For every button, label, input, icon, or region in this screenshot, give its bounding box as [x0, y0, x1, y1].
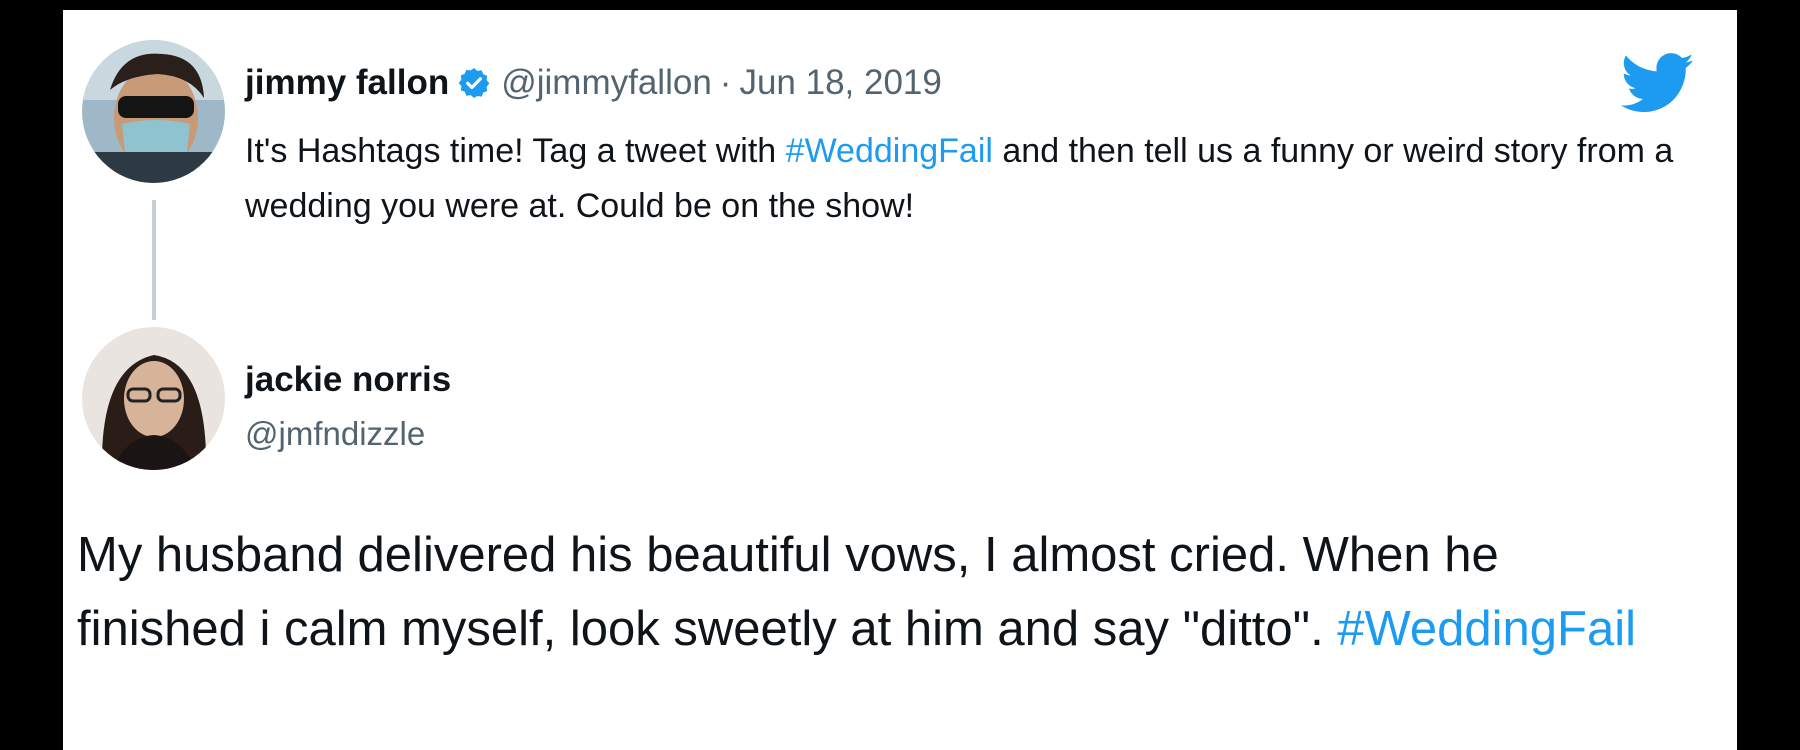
tweet-date[interactable]: Jun 18, 2019: [739, 63, 941, 103]
separator-dot: ·: [719, 63, 732, 102]
reply-text-body: My husband delivered his beautiful vows,…: [77, 528, 1499, 656]
reply-hashtag-link[interactable]: #WeddingFail: [1337, 602, 1636, 656]
reply-tweet-text: My husband delivered his beautiful vows,…: [77, 518, 1677, 666]
thread-connector-line: [152, 200, 156, 320]
hashtag-link[interactable]: #WeddingFail: [786, 132, 993, 170]
jimmy-fallon-avatar[interactable]: [82, 40, 225, 183]
jackie-norris-avatar[interactable]: [82, 327, 225, 470]
twitter-bird-icon: [1620, 46, 1695, 120]
reply-author-handle[interactable]: @jmfndizzle: [245, 415, 425, 453]
verified-badge-icon: [457, 66, 491, 100]
original-tweet-text: It's Hashtags time! Tag a tweet with #We…: [245, 124, 1685, 234]
reply-author-name[interactable]: jackie norris: [245, 360, 451, 400]
tweet-text-start: It's Hashtags time! Tag a tweet with: [245, 132, 786, 170]
author-handle[interactable]: @jimmyfallon: [501, 63, 712, 103]
original-tweet-header: jimmy fallon @jimmyfallon · Jun 18, 2019: [245, 58, 942, 108]
tweet-card: jimmy fallon @jimmyfallon · Jun 18, 2019…: [63, 10, 1737, 750]
author-name[interactable]: jimmy fallon: [245, 63, 449, 103]
